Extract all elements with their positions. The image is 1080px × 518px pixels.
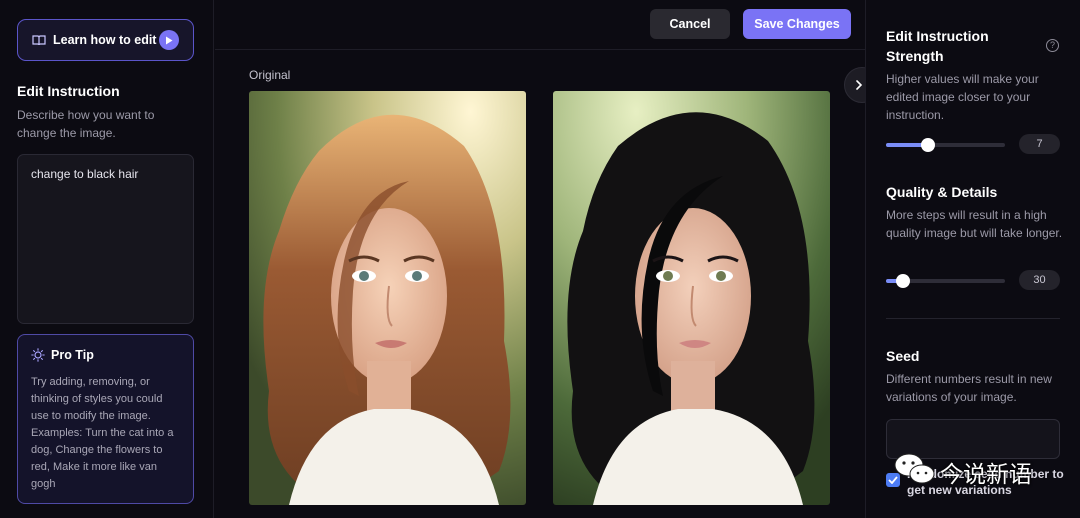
wechat-logo-icon — [894, 453, 935, 484]
seed-title: Seed — [886, 348, 920, 364]
quality-value[interactable]: 30 — [1019, 270, 1060, 290]
quality-description: More steps will result in a high quality… — [886, 208, 1063, 240]
edited-image — [553, 91, 830, 505]
image-compare-area: Cancel Save Changes Original — [215, 0, 880, 518]
watermark-text: 今说新语 — [940, 462, 1032, 488]
play-icon — [159, 30, 179, 50]
pro-tip-body: Try adding, removing, or thinking of sty… — [31, 376, 174, 490]
watermark: 今说新语 — [892, 447, 1062, 491]
quality-slider-handle[interactable] — [896, 274, 910, 288]
strength-slider[interactable] — [886, 138, 1005, 152]
edit-instruction-description: Describe how you want to change the imag… — [17, 108, 155, 140]
learn-how-to-edit-button[interactable]: Learn how to edit — [17, 19, 194, 61]
top-toolbar: Cancel Save Changes — [215, 0, 865, 50]
divider — [886, 318, 1060, 319]
strength-value[interactable]: 7 — [1019, 134, 1060, 154]
strength-title: Edit Instruction Strength — [886, 28, 989, 64]
pro-tip-title: Pro Tip — [51, 348, 94, 362]
quality-title: Quality & Details — [886, 184, 998, 200]
strength-slider-handle[interactable] — [921, 138, 935, 152]
book-icon — [32, 34, 46, 45]
chevron-right-icon — [856, 80, 863, 90]
settings-panel: Edit Instruction Strength ? Higher value… — [865, 0, 1080, 518]
original-image — [249, 91, 526, 505]
quality-slider[interactable] — [886, 274, 1005, 288]
learn-button-label: Learn how to edit — [53, 33, 157, 47]
cancel-button[interactable]: Cancel — [650, 9, 730, 39]
save-changes-button[interactable]: Save Changes — [743, 9, 851, 39]
seed-description: Different numbers result in new variatio… — [886, 372, 1052, 404]
edit-instruction-title: Edit Instruction — [17, 83, 120, 99]
left-panel: Learn how to edit Edit Instruction Descr… — [0, 0, 214, 518]
strength-description: Higher values will make your edited imag… — [886, 72, 1039, 122]
pro-tip-card: Pro Tip Try adding, removing, or thinkin… — [17, 334, 194, 504]
original-label: Original — [249, 68, 291, 82]
lightbulb-icon — [31, 348, 45, 362]
help-icon[interactable]: ? — [1046, 39, 1059, 52]
instruction-textarea[interactable]: change to black hair — [17, 154, 194, 324]
